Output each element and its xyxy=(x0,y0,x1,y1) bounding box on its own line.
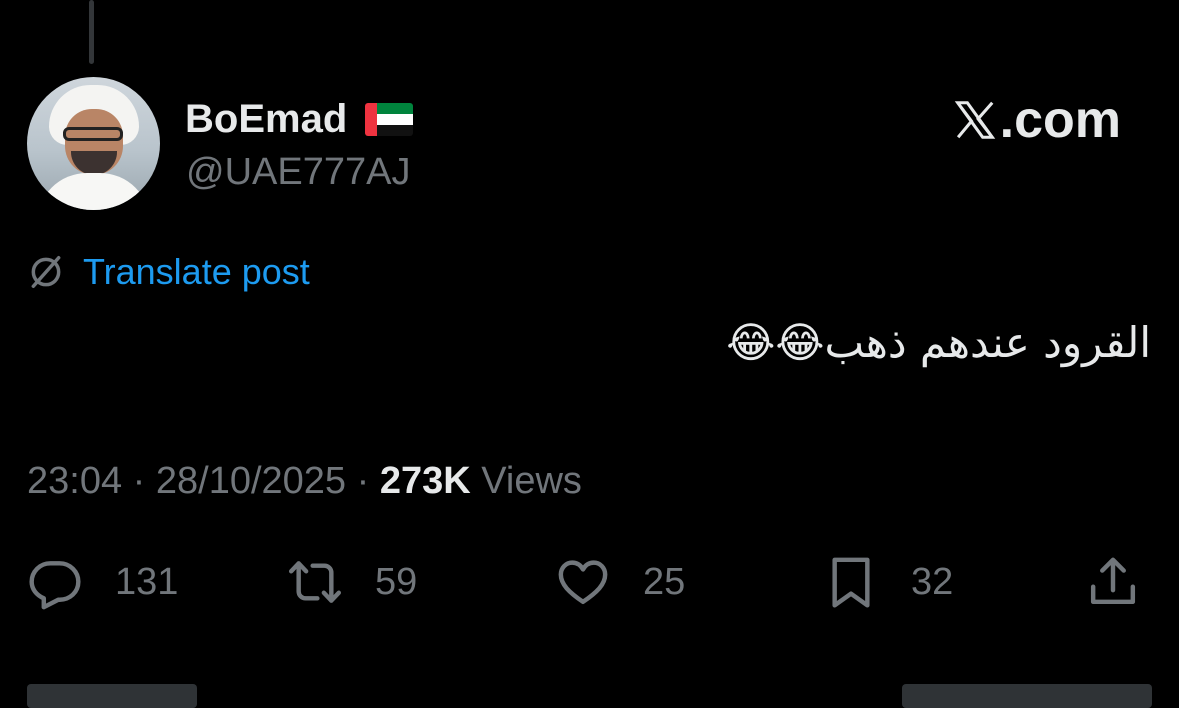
post-text: القرود عندهم ذهب😂😂 xyxy=(726,318,1151,367)
author-name-row[interactable]: BoEmad xyxy=(185,96,414,142)
post-time[interactable]: 23:04 xyxy=(27,460,122,502)
avatar[interactable] xyxy=(27,77,160,210)
meta-separator: · xyxy=(346,460,380,502)
bookmark-count: 32 xyxy=(911,561,954,603)
avatar-beard xyxy=(71,151,117,175)
cut-off-next-row xyxy=(27,676,1152,708)
repost-icon xyxy=(288,561,342,603)
share-icon xyxy=(1090,557,1136,605)
cut-off-text-right xyxy=(902,684,1152,708)
repost-button[interactable]: 59 xyxy=(287,552,417,612)
views-count[interactable]: 273K xyxy=(380,460,471,502)
like-button[interactable]: 25 xyxy=(555,552,685,612)
watermark-text: .com xyxy=(999,91,1121,149)
author-display-name[interactable]: BoEmad xyxy=(185,96,347,142)
uae-flag-icon xyxy=(365,102,414,136)
post-meta: 23:04 · 28/10/2025 · 273K Views xyxy=(27,458,582,504)
action-bar: 131 59 25 32 xyxy=(27,552,1152,612)
post-date[interactable]: 28/10/2025 xyxy=(156,460,346,502)
thread-connector-line xyxy=(89,0,94,64)
translate-post-row[interactable]: Translate post xyxy=(27,250,310,294)
reply-button[interactable]: 131 xyxy=(27,552,178,612)
avatar-robe xyxy=(37,173,150,210)
x-com-watermark: .com xyxy=(952,90,1121,150)
heart-icon xyxy=(558,560,608,605)
reply-icon xyxy=(29,561,81,610)
cut-off-text-left xyxy=(27,684,197,708)
meta-separator: · xyxy=(122,460,156,502)
avatar-glasses xyxy=(63,127,123,141)
share-button[interactable] xyxy=(1085,552,1141,612)
x-logo-icon xyxy=(954,101,995,139)
repost-count: 59 xyxy=(375,561,418,603)
translate-post-link[interactable]: Translate post xyxy=(83,250,310,294)
reply-count: 131 xyxy=(115,561,179,603)
bookmark-icon xyxy=(832,557,870,608)
like-count: 25 xyxy=(643,561,686,603)
bookmark-button[interactable]: 32 xyxy=(823,552,953,612)
views-label: Views xyxy=(470,460,582,502)
translate-icon xyxy=(31,256,61,288)
author-handle[interactable]: @UAE777AJ xyxy=(186,150,410,194)
